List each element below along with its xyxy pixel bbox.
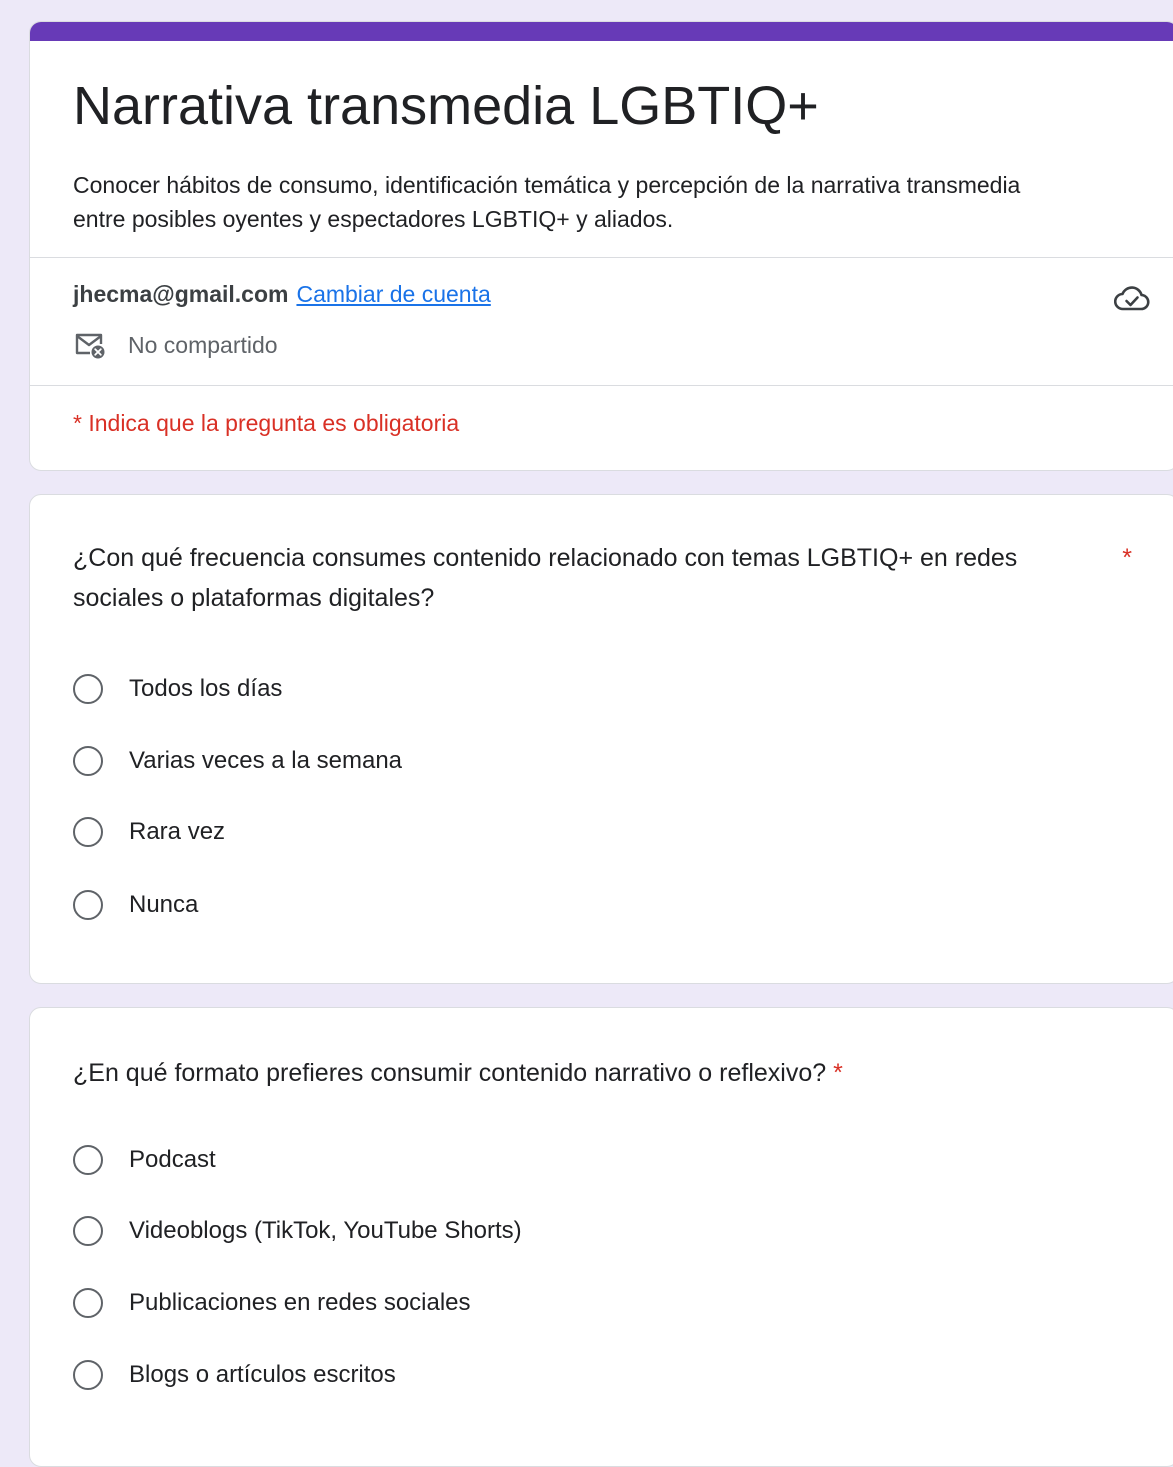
option-label: Nunca xyxy=(129,891,199,918)
option-podcast[interactable]: Podcast xyxy=(73,1140,216,1180)
radio-button[interactable] xyxy=(73,1288,103,1318)
option-label: Todos los días xyxy=(129,675,283,702)
question-text: ¿Con qué frecuencia consumes contenido r… xyxy=(73,544,1018,612)
option-label: Varias veces a la semana xyxy=(129,747,403,774)
account-email: jhecma@gmail.com xyxy=(73,281,289,307)
radio-button[interactable] xyxy=(73,1360,103,1390)
mail-off-icon xyxy=(75,333,105,359)
option-varias-veces[interactable]: Varias veces a la semana xyxy=(73,741,402,781)
radio-button[interactable] xyxy=(73,746,103,776)
option-blogs[interactable]: Blogs o artículos escritos xyxy=(73,1355,396,1395)
question-text: ¿En qué formato prefieres consumir conte… xyxy=(73,1053,1073,1093)
option-publicaciones[interactable]: Publicaciones en redes sociales xyxy=(73,1283,471,1323)
option-label: Podcast xyxy=(129,1146,216,1173)
radio-button[interactable] xyxy=(73,1145,103,1175)
form-title: Narrativa transmedia LGBTIQ+ xyxy=(73,76,819,136)
option-label: Blogs o artículos escritos xyxy=(129,1361,396,1388)
question-card-2: ¿En qué formato prefieres consumir conte… xyxy=(29,1007,1173,1467)
header-divider xyxy=(30,257,1173,258)
form-description: Conocer hábitos de consumo, identificaci… xyxy=(73,172,1021,232)
option-label: Videoblogs (TikTok, YouTube Shorts) xyxy=(129,1217,522,1244)
option-nunca[interactable]: Nunca xyxy=(73,885,198,925)
cloud-check-icon xyxy=(1114,286,1150,311)
accent-bar xyxy=(30,22,1173,41)
sharing-status-row: No compartido xyxy=(73,328,278,362)
sharing-status-text: No compartido xyxy=(128,331,278,358)
required-note: * Indica que la pregunta es obligatoria xyxy=(73,410,460,436)
radio-button[interactable] xyxy=(73,1216,103,1246)
option-todos-los-dias[interactable]: Todos los días xyxy=(73,669,282,709)
radio-button[interactable] xyxy=(73,817,103,847)
switch-account-link[interactable]: Cambiar de cuenta xyxy=(296,281,490,307)
option-videoblogs[interactable]: Videoblogs (TikTok, YouTube Shorts) xyxy=(73,1211,522,1251)
radio-button[interactable] xyxy=(73,890,103,920)
account-row: jhecma@gmail.com Cambiar de cuenta xyxy=(73,279,491,309)
required-asterisk: * xyxy=(1122,544,1132,572)
required-asterisk: * xyxy=(833,1059,843,1087)
question-card-1: ¿Con qué frecuencia consumes contenido r… xyxy=(29,494,1173,984)
question-text-content: ¿En qué formato prefieres consumir conte… xyxy=(73,1059,827,1087)
radio-button[interactable] xyxy=(73,674,103,704)
form-header-card: Narrativa transmedia LGBTIQ+ Conocer háb… xyxy=(29,21,1173,471)
option-rara-vez[interactable]: Rara vez xyxy=(73,812,225,852)
option-label: Publicaciones en redes sociales xyxy=(129,1289,471,1316)
option-label: Rara vez xyxy=(129,818,226,845)
account-divider xyxy=(30,385,1173,386)
